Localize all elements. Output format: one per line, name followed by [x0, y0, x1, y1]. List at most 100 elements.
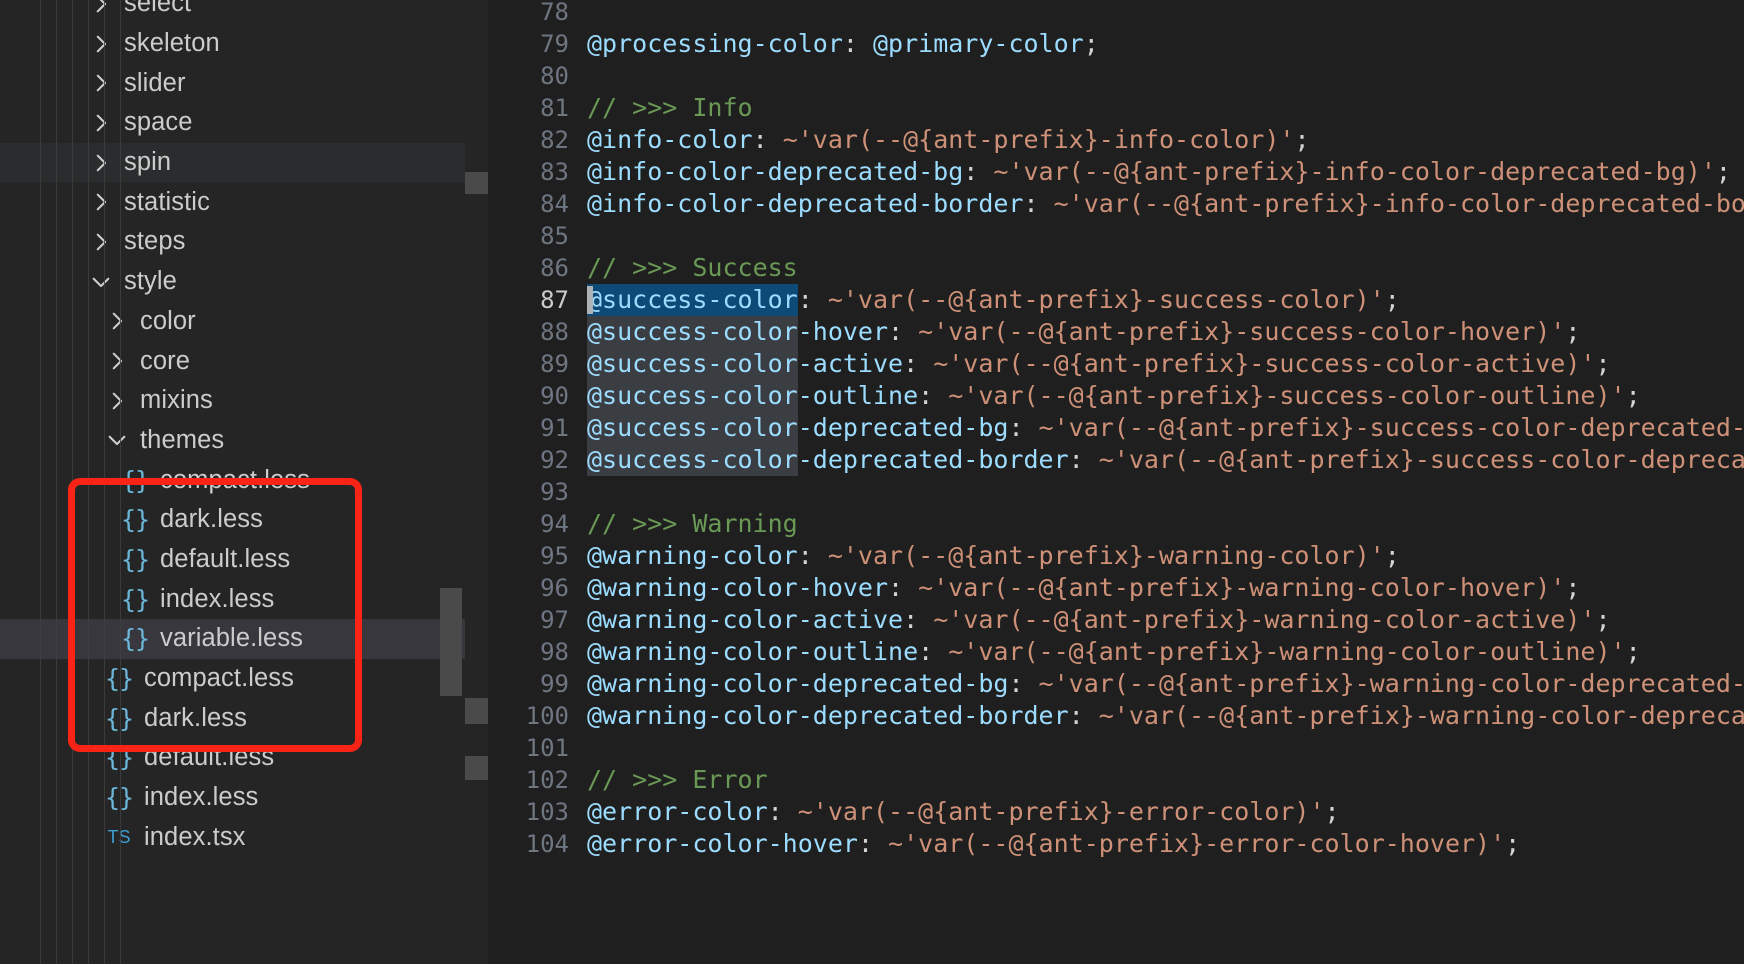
- code-line[interactable]: @info-color-deprecated-bg: ~'var(--@{ant…: [587, 156, 1731, 188]
- token-pun: :: [918, 381, 949, 410]
- code-line[interactable]: @success-color-hover: ~'var(--@{ant-pref…: [587, 316, 1580, 348]
- tree-item-variable-less[interactable]: {} variable.less: [0, 619, 465, 659]
- token-pun: ;: [1294, 125, 1310, 154]
- code-line[interactable]: @processing-color: @primary-color;: [587, 28, 1099, 60]
- token-str: ~'var(--@{ant-prefix}-success-color-outl…: [948, 381, 1626, 410]
- tree-item-core[interactable]: core: [0, 341, 465, 381]
- token-var: @warning-color-deprecated-bg: [587, 669, 1009, 698]
- code-line[interactable]: @warning-color-deprecated-border: ~'var(…: [587, 700, 1744, 732]
- tree-item-label: default.less: [144, 743, 275, 772]
- chevron-right-icon[interactable]: [88, 229, 114, 255]
- token-pun: :: [888, 317, 919, 346]
- code-line[interactable]: @warning-color-outline: ~'var(--@{ant-pr…: [587, 636, 1641, 668]
- chevron-right-icon[interactable]: [88, 70, 114, 96]
- tree-item-index-less[interactable]: {} index.less: [0, 579, 465, 619]
- tree-item-style[interactable]: style: [0, 262, 465, 302]
- code-line[interactable]: // >>> Warning: [587, 508, 798, 540]
- overview-mark-1: [465, 698, 488, 724]
- code-line[interactable]: @error-color-hover: ~'var(--@{ant-prefix…: [587, 828, 1520, 860]
- code-line[interactable]: @info-color-deprecated-border: ~'var(--@…: [587, 188, 1744, 220]
- chevron-right-icon[interactable]: [88, 189, 114, 215]
- chevron-right-icon[interactable]: [88, 110, 114, 136]
- typescript-icon: TS: [107, 826, 131, 847]
- tree-item-index-tsx[interactable]: TS index.tsx: [0, 817, 465, 857]
- chevron-down-icon[interactable]: [104, 427, 130, 453]
- code-line[interactable]: @warning-color-deprecated-bg: ~'var(--@{…: [587, 668, 1744, 700]
- code-line[interactable]: // >>> Info: [587, 92, 753, 124]
- tree-item-compact-less[interactable]: {} compact.less: [0, 460, 465, 500]
- token-pun: ;: [1505, 829, 1521, 858]
- tree-item-themes[interactable]: themes: [0, 421, 465, 461]
- token-pun: :: [903, 605, 934, 634]
- chevron-right-icon[interactable]: [104, 348, 130, 374]
- tree-item-color[interactable]: color: [0, 302, 465, 342]
- token-pun: ;: [1384, 541, 1400, 570]
- tree-item-default-less[interactable]: {} default.less: [0, 540, 465, 580]
- chevron-right-icon[interactable]: [104, 308, 130, 334]
- code-editor[interactable]: 78 79 80 81 82 83 84 85 86 87 88 89 90 91 92 93 94 95 96 97…: [465, 0, 1744, 964]
- code-line[interactable]: @success-color-active: ~'var(--@{ant-pre…: [587, 348, 1611, 380]
- tree-item-label: space: [124, 108, 193, 137]
- tree-item-steps[interactable]: steps: [0, 222, 465, 262]
- token-var: @success-color-deprecated-bg: [587, 413, 1009, 442]
- less-braces-icon: {}: [120, 505, 150, 535]
- token-str: ~'var(--@{ant-prefix}-info-color)': [782, 125, 1295, 154]
- chevron-right-icon[interactable]: [88, 0, 114, 17]
- code-line[interactable]: @success-color: ~'var(--@{ant-prefix}-su…: [587, 284, 1400, 316]
- code-line[interactable]: // >>> Success: [587, 252, 798, 284]
- tree-item-dark-less[interactable]: {} dark.less: [0, 500, 465, 540]
- tree-item-mixins[interactable]: mixins: [0, 381, 465, 421]
- code-line[interactable]: @warning-color-hover: ~'var(--@{ant-pref…: [587, 572, 1580, 604]
- tree-item-label: color: [140, 306, 196, 335]
- sidebar-scrollbar[interactable]: [440, 588, 462, 696]
- token-var: @processing-color: [587, 29, 843, 58]
- tree-item-statistic[interactable]: statistic: [0, 182, 465, 222]
- vscode-window: select skeleton slider space spin statistic st…: [0, 0, 1744, 964]
- tree-item-compact-less[interactable]: {} compact.less: [0, 659, 465, 699]
- tree-item-space[interactable]: space: [0, 103, 465, 143]
- file-tree[interactable]: select skeleton slider space spin statistic st…: [0, 0, 465, 857]
- chevron-right-icon[interactable]: [88, 150, 114, 176]
- token-pun: ;: [1565, 317, 1581, 346]
- token-pun: ;: [1625, 637, 1641, 666]
- chevron-down-icon[interactable]: [88, 269, 114, 295]
- token-var: @warning-color: [587, 541, 798, 570]
- tree-item-index-less[interactable]: {} index.less: [0, 778, 465, 818]
- tree-item-select[interactable]: select: [0, 0, 465, 24]
- less-braces-icon: {}: [120, 624, 150, 654]
- chevron-right-icon[interactable]: [88, 31, 114, 57]
- token-pun: :: [1008, 413, 1039, 442]
- tree-item-default-less[interactable]: {} default.less: [0, 738, 465, 778]
- code-content[interactable]: @processing-color: @primary-color; // >>>…: [587, 0, 1744, 964]
- code-line[interactable]: @info-color: ~'var(--@{ant-prefix}-info-…: [587, 124, 1310, 156]
- tree-item-slider[interactable]: slider: [0, 63, 465, 103]
- token-pun: :: [1008, 669, 1039, 698]
- line-number: 95: [540, 542, 569, 570]
- line-number: 99: [540, 670, 569, 698]
- tree-item-label: skeleton: [124, 29, 220, 58]
- tree-item-skeleton[interactable]: skeleton: [0, 24, 465, 64]
- tree-item-label: steps: [124, 227, 186, 256]
- code-line[interactable]: @warning-color: ~'var(--@{ant-prefix}-wa…: [587, 540, 1400, 572]
- tree-item-label: index.tsx: [144, 822, 246, 851]
- chevron-right-icon[interactable]: [104, 388, 130, 414]
- less-braces-icon: {}: [120, 544, 150, 574]
- token-str: ~'var(--@{ant-prefix}-success-color-hove…: [918, 317, 1566, 346]
- code-line[interactable]: @error-color: ~'var(--@{ant-prefix}-erro…: [587, 796, 1340, 828]
- tree-item-dark-less[interactable]: {} dark.less: [0, 698, 465, 738]
- line-number-gutter: 78 79 80 81 82 83 84 85 86 87 88 89 90 91 92 93 94 95 96 97…: [488, 0, 587, 964]
- code-line[interactable]: @success-color-deprecated-bg: ~'var(--@{…: [587, 412, 1744, 444]
- tree-item-label: slider: [124, 68, 186, 97]
- code-line[interactable]: @success-color-outline: ~'var(--@{ant-pr…: [587, 380, 1641, 412]
- tree-item-spin[interactable]: spin: [0, 142, 465, 183]
- tree-item-label: statistic: [124, 187, 210, 216]
- file-explorer-sidebar[interactable]: select skeleton slider space spin statistic st…: [0, 0, 465, 964]
- code-line[interactable]: // >>> Error: [587, 764, 768, 796]
- line-number: 94: [540, 510, 569, 538]
- token-var: @warning-color-active: [587, 605, 904, 634]
- code-line[interactable]: @success-color-deprecated-border: ~'var(…: [587, 444, 1744, 476]
- token-pun: ;: [1595, 605, 1611, 634]
- tree-item-label: dark.less: [160, 505, 263, 534]
- tree-item-label: mixins: [140, 386, 213, 415]
- code-line[interactable]: @warning-color-active: ~'var(--@{ant-pre…: [587, 604, 1611, 636]
